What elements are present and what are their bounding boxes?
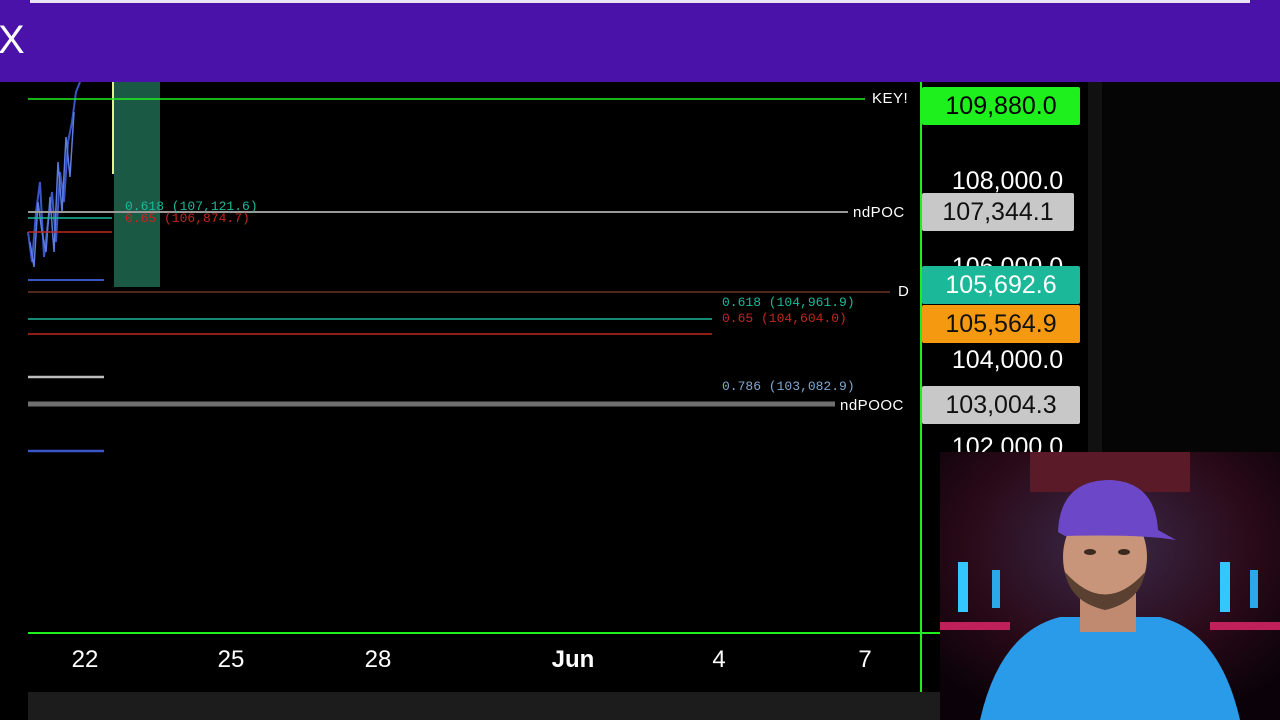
price-tag-ndpooc: 103,004.3 [922, 386, 1080, 424]
fib-65-label: 0.65 (104,604.0) [722, 311, 847, 326]
date-label: 28 [364, 646, 392, 673]
fib-65-label-upper: 0.65 (106,874.7) [125, 211, 250, 226]
date-label: Jun [551, 646, 595, 673]
top-bar: X [0, 0, 1280, 82]
date-label: 25 [217, 646, 245, 673]
date-label: 22 [71, 646, 99, 673]
price-tag-d: 105,564.9 [922, 305, 1080, 343]
horizontal-scrollbar[interactable] [28, 692, 940, 720]
price-tag-current: 105,692.6 [922, 266, 1080, 304]
close-icon[interactable]: X [0, 18, 28, 62]
ndpooc-line-name: ndPOOC [840, 397, 904, 414]
ndpoc-line-name: ndPOC [853, 204, 905, 221]
green-zone [114, 82, 160, 287]
right-panel [1102, 82, 1280, 452]
axis-separator [1088, 82, 1102, 452]
top-progress-line [30, 0, 1250, 3]
fib-786-label: 0.786 (103,082.9) [722, 379, 855, 394]
key-line-name: KEY! [872, 90, 909, 107]
d-line-name: D [898, 283, 910, 300]
date-label: 4 [712, 646, 726, 673]
date-label: 7 [858, 646, 872, 673]
price-tick-label: 108,000.0 [951, 167, 1064, 195]
price-tag-ndpoc: 107,344.1 [922, 193, 1074, 231]
price-tick-label: 104,000.0 [951, 346, 1064, 374]
fib-618-label: 0.618 (104,961.9) [722, 295, 855, 310]
price-candles [27, 82, 114, 268]
price-tag-key: 109,880.0 [922, 87, 1080, 125]
webcam-feed [940, 452, 1280, 720]
